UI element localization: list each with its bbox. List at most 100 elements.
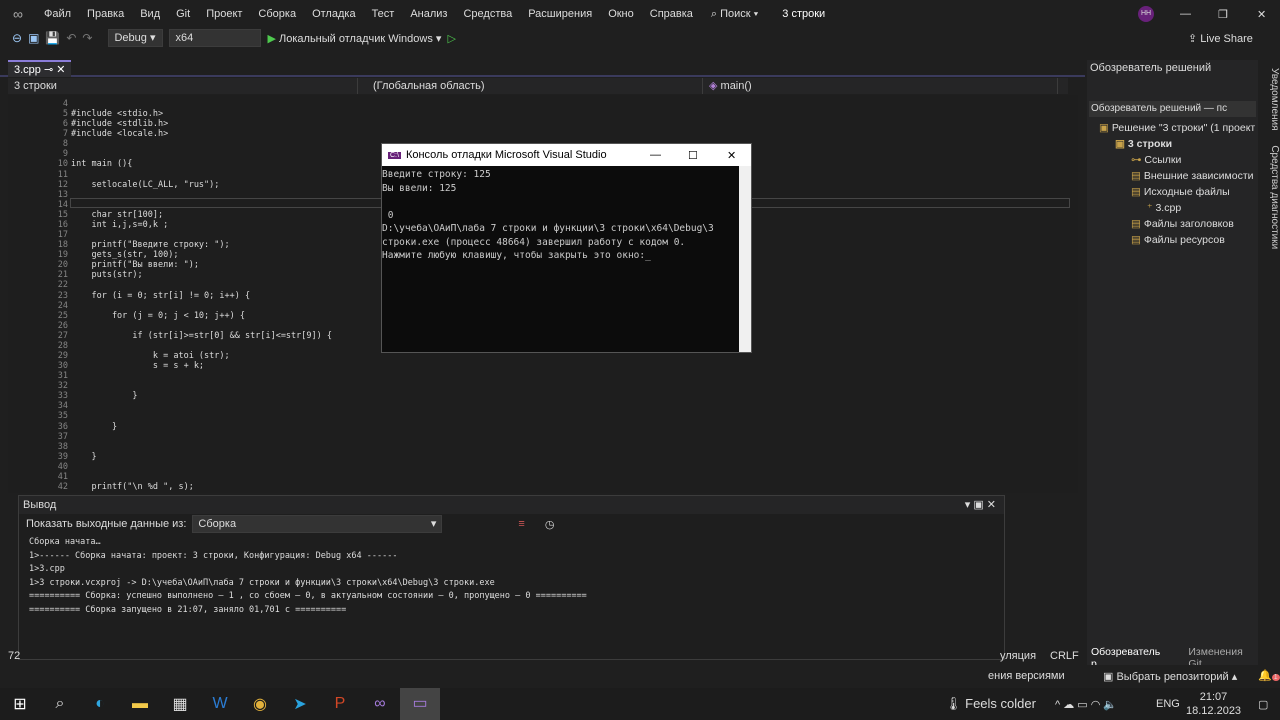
edge-icon[interactable]: ◐: [80, 695, 120, 713]
code-line[interactable]: printf("\n %d ", s);: [71, 482, 193, 492]
action-center-icon[interactable]: ▢: [1258, 698, 1268, 711]
title-bar: ∞ Файл Правка Вид Git Проект Сборка Отладка Тес…: [0, 0, 1280, 28]
config-select[interactable]: Debug ▾: [108, 29, 164, 47]
pin-icon[interactable]: ⊸: [44, 64, 53, 76]
code-line[interactable]: }: [71, 452, 96, 462]
code-line[interactable]: }: [71, 391, 137, 401]
output-text: Сборка начата… 1>------ Сборка начата: п…: [29, 537, 587, 615]
menu-item[interactable]: Справка: [642, 8, 701, 20]
solution-node[interactable]: ⁺ 3.cpp: [1147, 202, 1181, 214]
solution-node[interactable]: ▣ 3 строки: [1115, 138, 1172, 150]
word-wrap-icon[interactable]: ≡: [518, 518, 524, 530]
project-dropdown[interactable]: 3 строки: [8, 78, 358, 94]
diagnostics-tab[interactable]: Средства диагностики: [1269, 145, 1280, 249]
code-line[interactable]: #include <locale.h>: [71, 129, 168, 139]
code-line[interactable]: if (str[i]>=str[0] && str[i]<=str[9]) {: [71, 331, 332, 341]
code-line[interactable]: char str[100];: [71, 210, 163, 220]
code-line[interactable]: for (i = 0; str[i] != 0; i++) {: [71, 291, 250, 301]
console-close[interactable]: ✕: [727, 149, 736, 162]
code-line[interactable]: int i,j,s=0,k ;: [71, 220, 168, 230]
code-line[interactable]: s = s + k;: [71, 361, 204, 371]
solution-node[interactable]: ⊶ Ссылки: [1131, 154, 1181, 166]
menu-item[interactable]: Файл: [36, 8, 79, 20]
maximize-button[interactable]: ❐: [1218, 8, 1228, 21]
line-number: 40: [57, 461, 68, 472]
clock-icon[interactable]: ◷: [545, 518, 555, 531]
code-line[interactable]: int main (){: [71, 159, 132, 169]
menu-item[interactable]: Отладка: [304, 8, 363, 20]
console-scrollbar[interactable]: [739, 166, 751, 352]
new-project-icon[interactable]: ▣: [28, 31, 39, 45]
weather-widget[interactable]: 🌡 Feels colder: [945, 696, 1036, 712]
tray-icons[interactable]: ^ ☁ ▭ ◠ 🔈: [1055, 698, 1117, 711]
document-tabs: 3.cpp ⊸ ✕: [0, 60, 1085, 77]
menu-item[interactable]: Правка: [79, 8, 132, 20]
save-icon[interactable]: 💾: [45, 31, 60, 45]
menu-item[interactable]: Окно: [600, 8, 642, 20]
code-line[interactable]: for (j = 0; j < 10; j++) {: [71, 311, 245, 321]
menu-item[interactable]: Сборка: [250, 8, 304, 20]
code-line[interactable]: setlocale(LC_ALL, "rus");: [71, 180, 219, 190]
scope-dropdown[interactable]: (Глобальная область): [358, 78, 703, 94]
file-explorer-icon[interactable]: ▬: [120, 695, 160, 713]
output-source-select[interactable]: Сборка ▾: [192, 515, 443, 533]
code-line[interactable]: }: [71, 422, 117, 432]
notifications-bell-icon[interactable]: 🔔 1: [1258, 669, 1280, 682]
menu-item[interactable]: Вид: [132, 8, 168, 20]
code-line[interactable]: printf("Вы ввели: ");: [71, 260, 198, 270]
menu-item[interactable]: Git: [168, 8, 198, 20]
menu-item[interactable]: Анализ: [402, 8, 455, 20]
panel-menu-icons[interactable]: ▾ ▣ ✕: [965, 496, 996, 514]
output-panel: Вывод ▾ ▣ ✕ Показать выходные данные из:…: [18, 495, 1005, 660]
notifications-tab[interactable]: Уведомления: [1269, 68, 1280, 131]
code-line[interactable]: #include <stdlib.h>: [71, 119, 168, 129]
solution-node[interactable]: ▤ Внешние зависимости: [1131, 170, 1254, 182]
menu-item[interactable]: Средства: [455, 8, 520, 20]
console-taskbar-icon[interactable]: ▭: [400, 688, 440, 720]
word-icon[interactable]: W: [200, 695, 240, 713]
solution-node[interactable]: ▤ Исходные файлы: [1131, 186, 1230, 198]
code-line[interactable]: gets_s(str, 100);: [71, 250, 178, 260]
powerpoint-icon[interactable]: P: [320, 695, 360, 713]
line-number: 23: [57, 290, 68, 301]
solution-node[interactable]: ▤ Файлы ресурсов: [1131, 234, 1225, 246]
windows-start-icon[interactable]: ⊞: [0, 694, 40, 714]
select-repo-button[interactable]: ▣ Выбрать репозиторий ▴: [1103, 670, 1237, 683]
solution-node[interactable]: ▣ Решение "3 строки" (1 проект: [1099, 122, 1255, 134]
visual-studio-icon[interactable]: ∞: [360, 695, 400, 713]
back-icon[interactable]: ⊖: [12, 31, 22, 45]
search-button[interactable]: ⌕ Поиск ▾: [711, 8, 758, 21]
chrome-icon[interactable]: ◉: [240, 694, 280, 714]
live-share-button[interactable]: ⇪ Live Share: [1188, 32, 1253, 45]
run-button[interactable]: ▶ Локальный отладчик Windows ▾: [267, 32, 441, 45]
code-line[interactable]: k = atoi (str);: [71, 351, 230, 361]
code-line[interactable]: printf("Введите строку: ");: [71, 240, 229, 250]
search-icon[interactable]: ⌕: [40, 695, 80, 713]
platform-select[interactable]: x64: [169, 29, 262, 47]
solution-explorer: Обозреватель решений Обозреватель решени…: [1087, 60, 1258, 670]
console-maximize[interactable]: ☐: [688, 149, 698, 162]
menu-item[interactable]: Проект: [198, 8, 250, 20]
start-without-debug-icon[interactable]: ▷: [447, 32, 455, 45]
solution-search-input[interactable]: Обозреватель решений — пс: [1089, 101, 1256, 117]
menu-item[interactable]: Расширения: [520, 8, 600, 20]
close-button[interactable]: ✕: [1257, 8, 1266, 21]
debug-console-window[interactable]: C:\ Консоль отладки Microsoft Visual Stu…: [381, 143, 752, 353]
calculator-icon[interactable]: ▦: [160, 694, 200, 714]
console-minimize[interactable]: —: [650, 149, 661, 161]
redo-icon[interactable]: ↷: [82, 31, 92, 45]
clock[interactable]: 21:07 18.12.2023: [1186, 690, 1241, 718]
line-number: 12: [57, 179, 68, 190]
member-dropdown[interactable]: ◈ main(): [703, 78, 1058, 94]
tab-3cpp[interactable]: 3.cpp ⊸ ✕: [8, 60, 72, 77]
close-tab-icon[interactable]: ✕: [56, 64, 65, 76]
telegram-icon[interactable]: ➤: [280, 694, 320, 714]
code-line[interactable]: #include <stdio.h>: [71, 109, 163, 119]
undo-icon[interactable]: ↶: [66, 31, 76, 45]
solution-node[interactable]: ▤ Файлы заголовков: [1131, 218, 1234, 230]
avatar[interactable]: НН: [1138, 6, 1154, 22]
code-line[interactable]: puts(str);: [71, 270, 142, 280]
menu-item[interactable]: Тест: [364, 8, 403, 20]
line-number: 22: [57, 280, 68, 291]
minimize-button[interactable]: —: [1180, 8, 1191, 20]
